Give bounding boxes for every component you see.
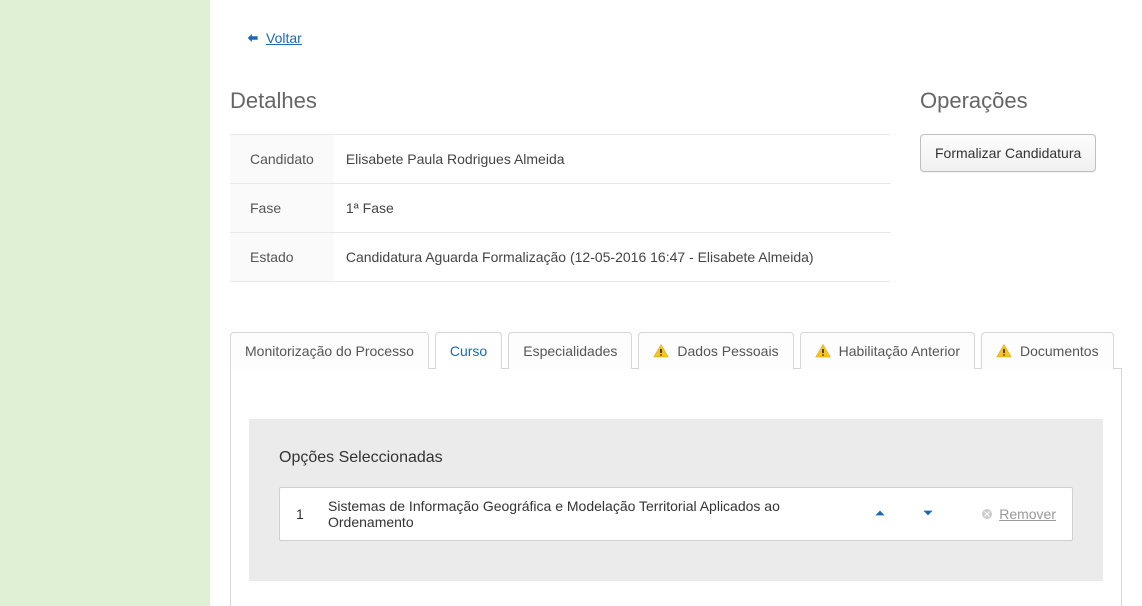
chevron-up-icon <box>873 506 887 520</box>
main-content: Voltar Detalhes Candidato Elisabete Paul… <box>210 0 1142 606</box>
warning-icon <box>996 343 1012 359</box>
back-link-label: Voltar <box>266 30 302 46</box>
selected-options-title: Opções Seleccionadas <box>279 449 1073 467</box>
tab-label: Curso <box>450 343 487 359</box>
details-row: Estado Candidatura Aguarda Formalização … <box>230 233 890 282</box>
tab-label: Documentos <box>1020 343 1099 359</box>
remove-label: Remover <box>999 506 1056 522</box>
details-row-label: Estado <box>230 233 334 282</box>
selected-options-box: Opções Seleccionadas 1 Sistemas de Infor… <box>249 419 1103 581</box>
move-down-button[interactable] <box>913 502 943 527</box>
details-row-value: Elisabete Paula Rodrigues Almeida <box>334 135 890 184</box>
tab-label: Monitorização do Processo <box>245 343 414 359</box>
move-up-button[interactable] <box>865 502 895 527</box>
tab-dados-pessoais[interactable]: Dados Pessoais <box>638 332 793 369</box>
tab-documentos[interactable]: Documentos <box>981 332 1114 369</box>
warning-icon <box>815 343 831 359</box>
option-name: Sistemas de Informação Geográfica e Mode… <box>328 498 847 530</box>
remove-option-link[interactable]: Remover <box>981 506 1056 522</box>
remove-icon <box>981 508 993 520</box>
tab-label: Habilitação Anterior <box>839 343 960 359</box>
details-row: Candidato Elisabete Paula Rodrigues Alme… <box>230 135 890 184</box>
tab-panel-curso: Opções Seleccionadas 1 Sistemas de Infor… <box>230 368 1122 606</box>
tab-label: Especialidades <box>523 343 617 359</box>
tab-especialidades[interactable]: Especialidades <box>508 332 632 369</box>
details-row-value: 1ª Fase <box>334 184 890 233</box>
operations-heading: Operações <box>920 88 1120 114</box>
chevron-down-icon <box>921 506 935 520</box>
tabs-list: Monitorização do Processo Curso Especial… <box>230 332 1122 369</box>
option-index: 1 <box>296 506 310 522</box>
details-row: Fase 1ª Fase <box>230 184 890 233</box>
tab-habilitacao-anterior[interactable]: Habilitação Anterior <box>800 332 975 369</box>
option-row: 1 Sistemas de Informação Geográfica e Mo… <box>279 487 1073 541</box>
details-row-label: Candidato <box>230 135 334 184</box>
details-row-value: Candidatura Aguarda Formalização (12-05-… <box>334 233 890 282</box>
details-table: Candidato Elisabete Paula Rodrigues Alme… <box>230 134 890 282</box>
back-link[interactable]: Voltar <box>246 30 302 46</box>
details-heading: Detalhes <box>230 88 890 114</box>
tab-label: Dados Pessoais <box>677 343 778 359</box>
tab-curso[interactable]: Curso <box>435 332 502 369</box>
tab-monitorizacao[interactable]: Monitorização do Processo <box>230 332 429 369</box>
warning-icon <box>653 343 669 359</box>
back-arrow-icon <box>246 31 260 45</box>
sidebar-nav-region <box>0 0 210 606</box>
details-row-label: Fase <box>230 184 334 233</box>
formalize-button[interactable]: Formalizar Candidatura <box>920 134 1096 172</box>
